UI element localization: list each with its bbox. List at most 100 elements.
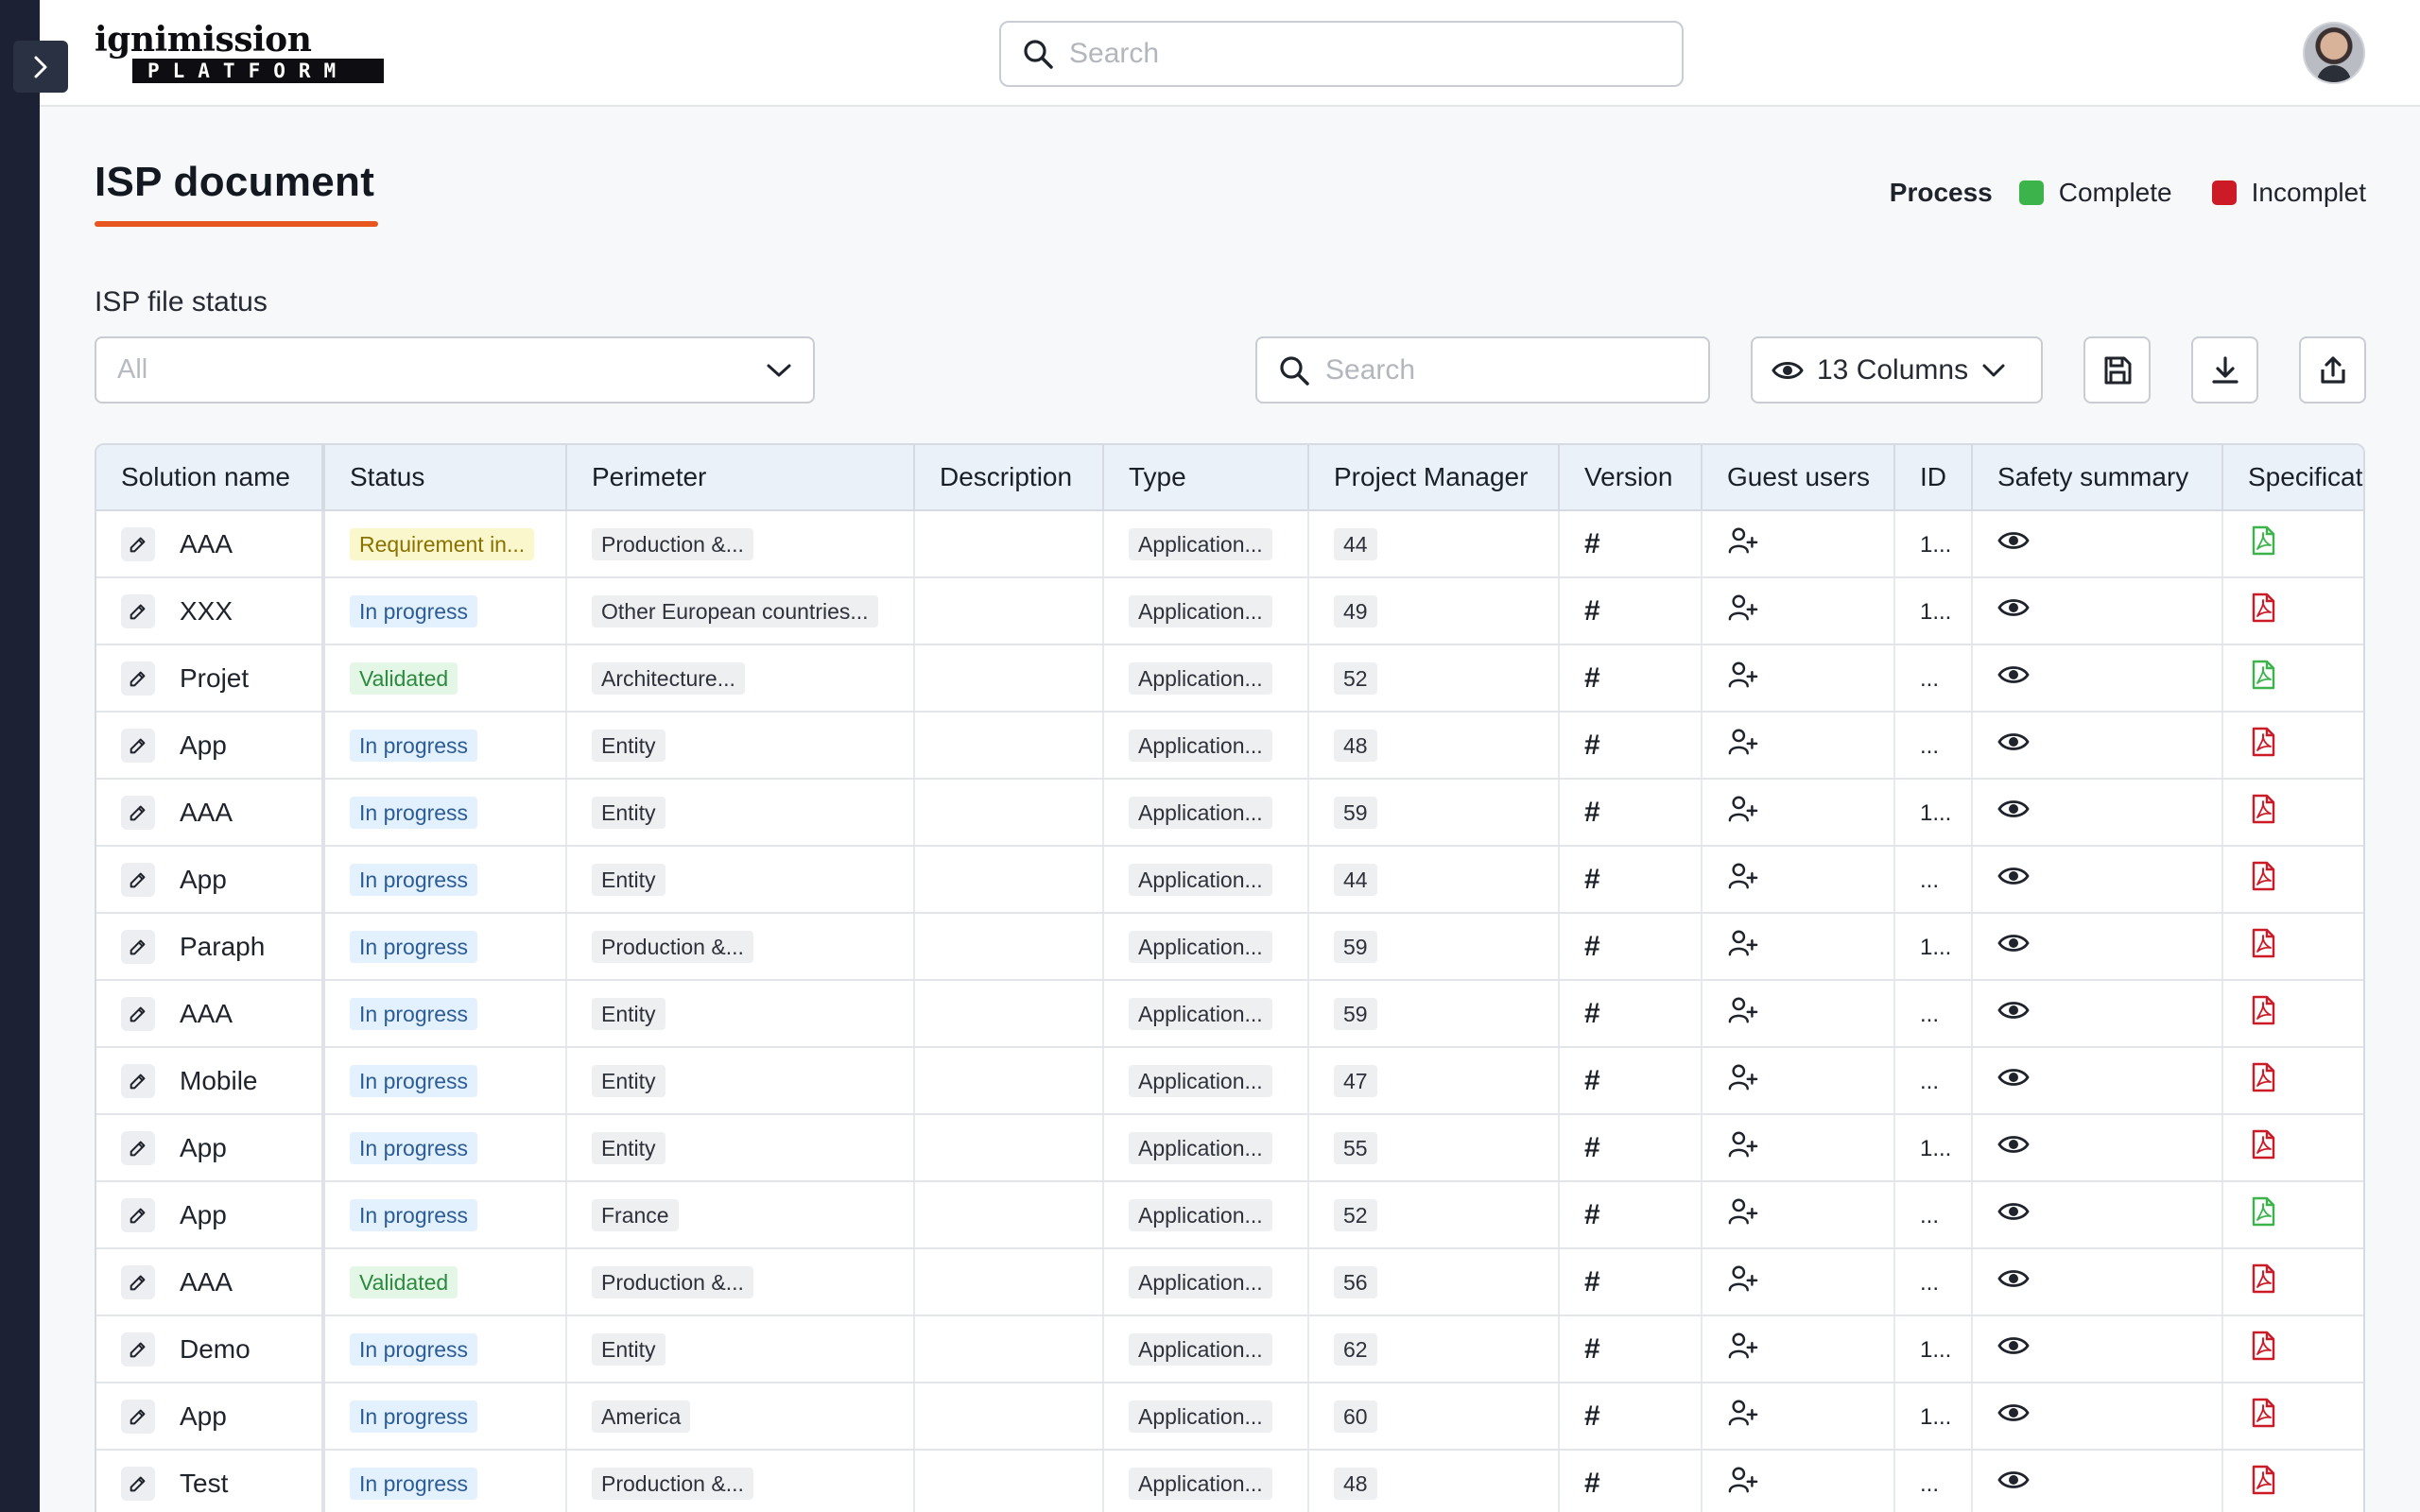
eye-icon[interactable] bbox=[1997, 529, 2030, 552]
pdf-file-icon[interactable] bbox=[2248, 1263, 2278, 1295]
eye-icon[interactable] bbox=[1997, 932, 2030, 954]
edit-button[interactable] bbox=[121, 1332, 155, 1366]
eye-icon[interactable] bbox=[1997, 1401, 2030, 1424]
pdf-file-icon[interactable] bbox=[2248, 592, 2278, 624]
pdf-file-icon[interactable] bbox=[2248, 793, 2278, 825]
table-row[interactable]: App In progress Entity Application... 44 #... bbox=[96, 846, 2363, 914]
table-row[interactable]: AAA Validated Production &... Application..… bbox=[96, 1248, 2363, 1316]
global-search[interactable] bbox=[999, 21, 1684, 87]
pdf-file-icon[interactable] bbox=[2248, 726, 2278, 758]
column-header[interactable]: Type bbox=[1103, 445, 1309, 511]
version-hash[interactable]: # bbox=[1584, 662, 1600, 694]
user-plus-icon[interactable] bbox=[1727, 1196, 1759, 1227]
column-header[interactable]: Version bbox=[1559, 445, 1703, 511]
table-row[interactable]: AAA In progress Entity Application... 59 #1..… bbox=[96, 779, 2363, 847]
edit-button[interactable] bbox=[121, 1130, 155, 1165]
status-filter-select[interactable]: All bbox=[95, 336, 815, 404]
edit-button[interactable] bbox=[121, 929, 155, 964]
pdf-file-icon[interactable] bbox=[2248, 1061, 2278, 1093]
table-row[interactable]: App In progress America Application... 60 #1.… bbox=[96, 1383, 2363, 1451]
user-plus-icon[interactable] bbox=[1727, 660, 1759, 690]
solution-name[interactable]: AAA bbox=[180, 529, 233, 558]
eye-icon[interactable] bbox=[1997, 798, 2030, 820]
user-plus-icon[interactable] bbox=[1727, 995, 1759, 1025]
eye-icon[interactable] bbox=[1997, 999, 2030, 1022]
global-search-input[interactable] bbox=[1069, 38, 1599, 70]
edit-button[interactable] bbox=[121, 1063, 155, 1098]
user-plus-icon[interactable] bbox=[1727, 525, 1759, 556]
solution-name[interactable]: AAA bbox=[180, 798, 233, 827]
table-row[interactable]: App In progress Entity Application... 55 #1..… bbox=[96, 1114, 2363, 1182]
eye-icon[interactable] bbox=[1997, 1200, 2030, 1223]
edit-button[interactable] bbox=[121, 526, 155, 561]
user-plus-icon[interactable] bbox=[1727, 1465, 1759, 1495]
table-search[interactable] bbox=[1255, 336, 1710, 404]
version-hash[interactable]: # bbox=[1584, 1266, 1600, 1297]
table-row[interactable]: Mobile In progress Entity Application... 47 #… bbox=[96, 1047, 2363, 1115]
eye-icon[interactable] bbox=[1997, 1066, 2030, 1089]
column-header[interactable]: Safety summary bbox=[1972, 445, 2223, 511]
eye-icon[interactable] bbox=[1997, 1334, 2030, 1357]
eye-icon[interactable] bbox=[1997, 1133, 2030, 1156]
table-row[interactable]: AAA Requirement in... Production &... Appli… bbox=[96, 510, 2363, 578]
solution-name[interactable]: Projet bbox=[180, 663, 249, 693]
edit-button[interactable] bbox=[121, 862, 155, 897]
edit-button[interactable] bbox=[121, 661, 155, 696]
table-row[interactable]: App In progress Entity Application... 48 #... bbox=[96, 712, 2363, 780]
edit-button[interactable] bbox=[121, 1399, 155, 1434]
version-hash[interactable]: # bbox=[1584, 1132, 1600, 1163]
table-row[interactable]: AAA In progress Entity Application... 59 #... bbox=[96, 980, 2363, 1048]
edit-button[interactable] bbox=[121, 1264, 155, 1299]
version-hash[interactable]: # bbox=[1584, 595, 1600, 627]
version-hash[interactable]: # bbox=[1584, 730, 1600, 761]
solution-name[interactable]: Test bbox=[180, 1469, 228, 1498]
sidebar-toggle-button[interactable] bbox=[13, 41, 68, 93]
pdf-file-icon[interactable] bbox=[2248, 860, 2278, 892]
solution-name[interactable]: App bbox=[180, 865, 227, 894]
pdf-file-icon[interactable] bbox=[2248, 524, 2278, 557]
columns-visibility-button[interactable]: 13 Columns bbox=[1751, 336, 2043, 404]
table-search-input[interactable] bbox=[1325, 353, 1685, 387]
solution-name[interactable]: AAA bbox=[180, 999, 233, 1028]
solution-name[interactable]: App bbox=[180, 1401, 227, 1431]
solution-name[interactable]: Mobile bbox=[180, 1066, 257, 1095]
column-header[interactable]: Status bbox=[323, 445, 567, 511]
solution-name[interactable]: AAA bbox=[180, 1267, 233, 1297]
user-plus-icon[interactable] bbox=[1727, 794, 1759, 824]
column-header[interactable]: Guest users bbox=[1702, 445, 1895, 511]
solution-name[interactable]: Demo bbox=[180, 1334, 251, 1364]
edit-button[interactable] bbox=[121, 795, 155, 830]
user-plus-icon[interactable] bbox=[1727, 1331, 1759, 1361]
table-row[interactable]: Paraph In progress Production &... Applicat… bbox=[96, 913, 2363, 981]
edit-button[interactable] bbox=[121, 728, 155, 763]
table-row[interactable]: Demo In progress Entity Application... 62 #1.… bbox=[96, 1315, 2363, 1383]
column-header[interactable]: Specificat bbox=[2222, 445, 2363, 511]
column-header[interactable]: Project Manager bbox=[1308, 445, 1560, 511]
edit-button[interactable] bbox=[121, 593, 155, 628]
pdf-file-icon[interactable] bbox=[2248, 927, 2278, 959]
column-header[interactable]: ID bbox=[1894, 445, 1973, 511]
edit-button[interactable] bbox=[121, 996, 155, 1031]
version-hash[interactable]: # bbox=[1584, 931, 1600, 962]
solution-name[interactable]: App bbox=[180, 730, 227, 760]
pdf-file-icon[interactable] bbox=[2248, 994, 2278, 1026]
user-plus-icon[interactable] bbox=[1727, 928, 1759, 958]
version-hash[interactable]: # bbox=[1584, 1400, 1600, 1432]
user-plus-icon[interactable] bbox=[1727, 1062, 1759, 1092]
pdf-file-icon[interactable] bbox=[2248, 1397, 2278, 1429]
eye-icon[interactable] bbox=[1997, 730, 2030, 753]
pdf-file-icon[interactable] bbox=[2248, 1464, 2278, 1496]
column-header[interactable]: Perimeter bbox=[566, 445, 915, 511]
version-hash[interactable]: # bbox=[1584, 1065, 1600, 1096]
version-hash[interactable]: # bbox=[1584, 864, 1600, 895]
solution-name[interactable]: App bbox=[180, 1200, 227, 1229]
user-plus-icon[interactable] bbox=[1727, 1263, 1759, 1294]
version-hash[interactable]: # bbox=[1584, 797, 1600, 828]
user-plus-icon[interactable] bbox=[1727, 1398, 1759, 1428]
version-hash[interactable]: # bbox=[1584, 528, 1600, 559]
solution-name[interactable]: XXX bbox=[180, 596, 233, 626]
eye-icon[interactable] bbox=[1997, 865, 2030, 887]
download-button[interactable] bbox=[2191, 336, 2258, 404]
edit-button[interactable] bbox=[121, 1197, 155, 1232]
table-row[interactable]: XXX In progress Other European countries..… bbox=[96, 577, 2363, 645]
